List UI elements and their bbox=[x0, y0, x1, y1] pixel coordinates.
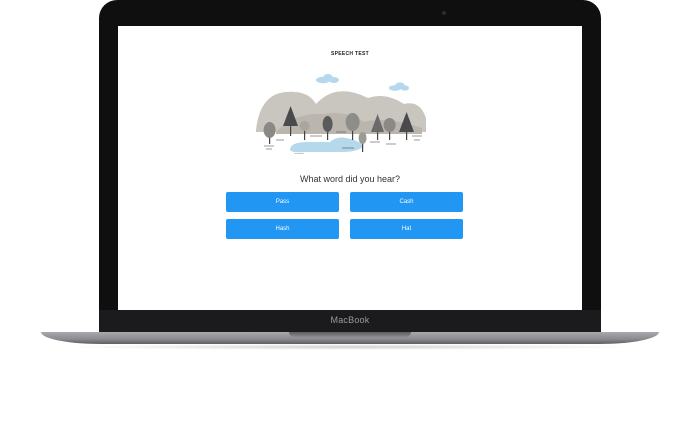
laptop-mockup: SPEECH TEST What word did you hear? Pass… bbox=[0, 0, 700, 423]
laptop-chin: MacBook bbox=[99, 310, 601, 332]
tree-icon bbox=[322, 116, 333, 140]
laptop-screen: SPEECH TEST What word did you hear? Pass… bbox=[118, 26, 582, 310]
tree-icon bbox=[383, 118, 396, 140]
cloud-icon bbox=[316, 74, 339, 84]
answer-button-hash[interactable]: Hash bbox=[226, 219, 339, 239]
tree-icon bbox=[263, 122, 276, 144]
answer-button-pass[interactable]: Pass bbox=[226, 192, 339, 212]
answer-grid: Pass Cash Hash Hat bbox=[226, 192, 464, 239]
question-text: What word did you hear? bbox=[299, 174, 401, 184]
tree-icon bbox=[345, 113, 360, 140]
answer-button-hat[interactable]: Hat bbox=[350, 219, 463, 239]
answer-button-cash[interactable]: Cash bbox=[350, 192, 463, 212]
laptop-notch bbox=[289, 332, 411, 337]
landscape-illustration bbox=[256, 74, 426, 154]
webcam-icon bbox=[442, 11, 446, 15]
page-title: SPEECH TEST bbox=[330, 51, 370, 57]
laptop-shadow bbox=[60, 344, 640, 350]
cloud-icon bbox=[389, 82, 409, 91]
tree-icon bbox=[358, 132, 367, 152]
brand-label: MacBook bbox=[330, 315, 370, 325]
